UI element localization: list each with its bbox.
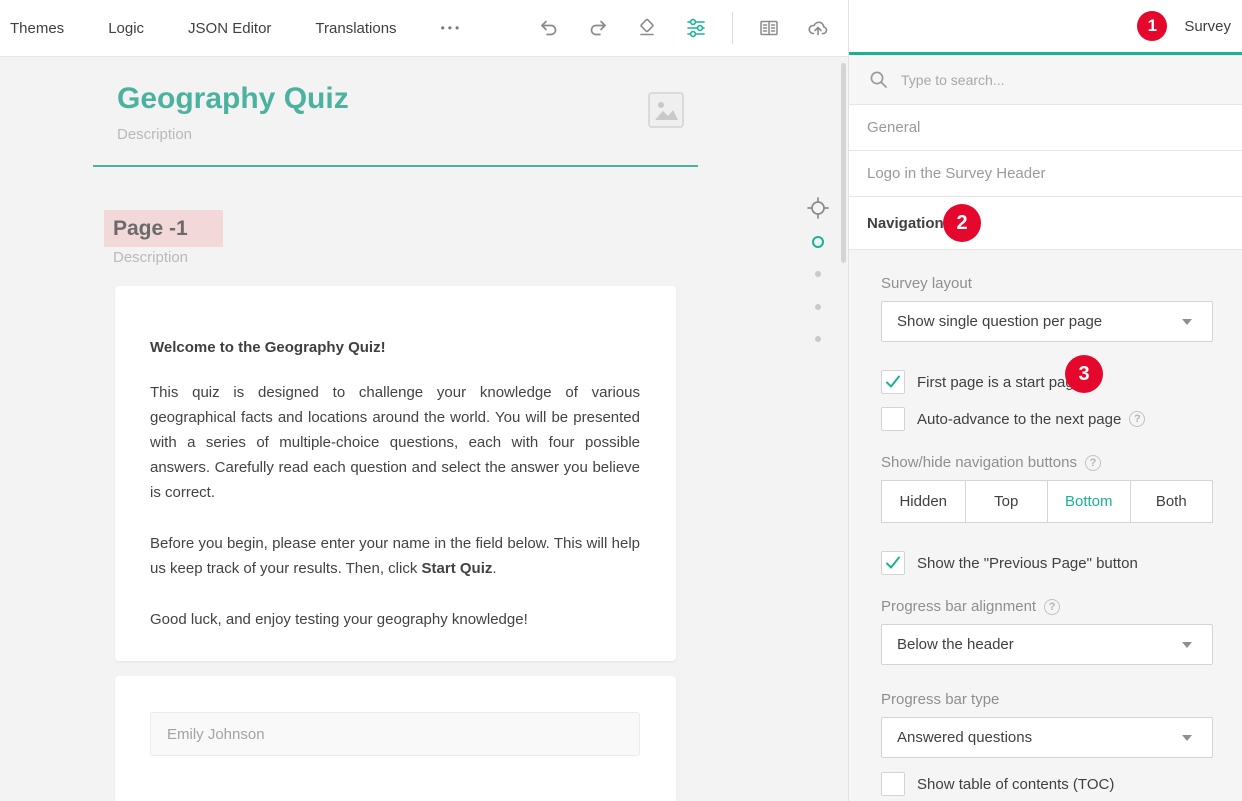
navigation-settings: Survey layout Show single question per p… (849, 250, 1242, 796)
focus-crosshair-icon[interactable] (806, 196, 830, 220)
page-navigator-dot[interactable] (815, 304, 821, 310)
tab-json-editor[interactable]: JSON Editor (188, 20, 271, 37)
tab-translations[interactable]: Translations (315, 20, 396, 37)
prev-page-label: Show the "Previous Page" button (917, 555, 1138, 572)
survey-description[interactable]: Description (117, 126, 192, 143)
survey-layout-value: Show single question per page (897, 313, 1102, 330)
page-navigator-dot[interactable] (815, 336, 821, 342)
intro-paragraph-1: This quiz is designed to challenge your … (150, 380, 640, 505)
intro-heading: Welcome to the Geography Quiz! (150, 339, 640, 356)
progress-alignment-value: Below the header (897, 636, 1014, 653)
survey-layout-dropdown[interactable]: Show single question per page (881, 301, 1213, 342)
chevron-down-icon (1182, 319, 1192, 325)
nav-buttons-option-top[interactable]: Top (965, 481, 1048, 522)
intro-paragraph-3: Good luck, and enjoy testing your geogra… (150, 607, 640, 632)
progress-type-dropdown[interactable]: Answered questions (881, 717, 1213, 758)
panel-tab-survey[interactable]: Survey (1184, 18, 1231, 35)
name-input[interactable] (150, 712, 640, 756)
chevron-down-icon (1182, 642, 1192, 648)
help-icon[interactable]: ? (1129, 411, 1145, 427)
logo-placeholder-icon[interactable] (648, 92, 684, 128)
first-page-label: First page is a start page (917, 374, 1082, 391)
undo-icon[interactable] (538, 17, 560, 39)
check-icon (884, 554, 902, 572)
auto-advance-checkbox-row[interactable]: Auto-advance to the next page ? (881, 407, 1213, 431)
tab-logic[interactable]: Logic (108, 20, 144, 37)
property-search (849, 55, 1242, 105)
settings-sliders-icon[interactable] (685, 17, 707, 39)
progress-alignment-label: Progress bar alignment ? (881, 598, 1213, 615)
section-logo[interactable]: Logo in the Survey Header (849, 151, 1242, 197)
progress-alignment-dropdown[interactable]: Below the header (881, 624, 1213, 665)
first-page-checkbox[interactable] (881, 370, 905, 394)
toc-label: Show table of contents (TOC) (917, 776, 1114, 793)
toc-checkbox[interactable] (881, 772, 905, 796)
survey-layout-label: Survey layout (881, 275, 1213, 292)
canvas-scrollbar[interactable] (841, 63, 846, 263)
chevron-down-icon (1182, 735, 1192, 741)
nav-buttons-option-hidden[interactable]: Hidden (882, 481, 965, 522)
page-title[interactable]: Page -1 (104, 210, 223, 247)
first-page-checkbox-row[interactable]: First page is a start page (881, 370, 1213, 394)
toolbar-tabs: Themes Logic JSON Editor Translations ••… (0, 20, 462, 37)
nav-buttons-option-bottom[interactable]: Bottom (1047, 481, 1130, 522)
header-progress-bar (93, 165, 698, 167)
property-grid-panel: 1 Survey General Logo in the Survey Head… (848, 0, 1242, 801)
intro-paragraph-2: Before you begin, please enter your name… (150, 531, 640, 581)
help-icon[interactable]: ? (1085, 455, 1101, 471)
section-navigation[interactable]: Navigation (849, 197, 1242, 250)
nav-buttons-option-both[interactable]: Both (1130, 481, 1213, 522)
search-icon (869, 70, 888, 89)
section-general[interactable]: General (849, 105, 1242, 151)
upload-cloud-icon[interactable] (807, 17, 829, 39)
progress-type-label: Progress bar type (881, 691, 1213, 708)
tutorial-badge-3: 3 (1065, 355, 1103, 393)
auto-advance-checkbox[interactable] (881, 407, 905, 431)
toolbar-actions (538, 12, 848, 44)
tutorial-badge-2: 2 (943, 204, 981, 242)
redo-icon[interactable] (587, 17, 609, 39)
help-icon[interactable]: ? (1044, 599, 1060, 615)
more-tabs-icon[interactable]: ••• (441, 21, 463, 35)
tutorial-badge-1: 1 (1137, 11, 1167, 41)
html-question-card[interactable]: Welcome to the Geography Quiz! This quiz… (115, 286, 676, 661)
toc-checkbox-row[interactable]: Show table of contents (TOC) (881, 772, 1213, 796)
prev-page-checkbox-row[interactable]: Show the "Previous Page" button (881, 551, 1213, 575)
search-input[interactable] (901, 72, 1201, 88)
page-navigator-current-dot[interactable] (812, 236, 824, 248)
nav-buttons-label: Show/hide navigation buttons ? (881, 454, 1213, 471)
survey-title[interactable]: Geography Quiz (117, 82, 349, 116)
check-icon (884, 373, 902, 391)
nav-buttons-segmented: Hidden Top Bottom Both (881, 480, 1213, 523)
page-description[interactable]: Description (113, 249, 188, 266)
text-question-card[interactable] (115, 676, 676, 801)
progress-type-value: Answered questions (897, 729, 1032, 746)
panel-header: 1 Survey (849, 0, 1242, 55)
page-navigator-dot[interactable] (815, 271, 821, 277)
design-surface: Geography Quiz Description Page -1 Descr… (0, 57, 848, 801)
auto-advance-label: Auto-advance to the next page ? (917, 411, 1145, 428)
tab-themes[interactable]: Themes (10, 20, 64, 37)
eraser-icon[interactable] (636, 17, 658, 39)
creator-toolbar: Themes Logic JSON Editor Translations ••… (0, 0, 848, 57)
toolbar-divider (732, 12, 733, 44)
prev-page-checkbox[interactable] (881, 551, 905, 575)
preview-book-icon[interactable] (758, 17, 780, 39)
